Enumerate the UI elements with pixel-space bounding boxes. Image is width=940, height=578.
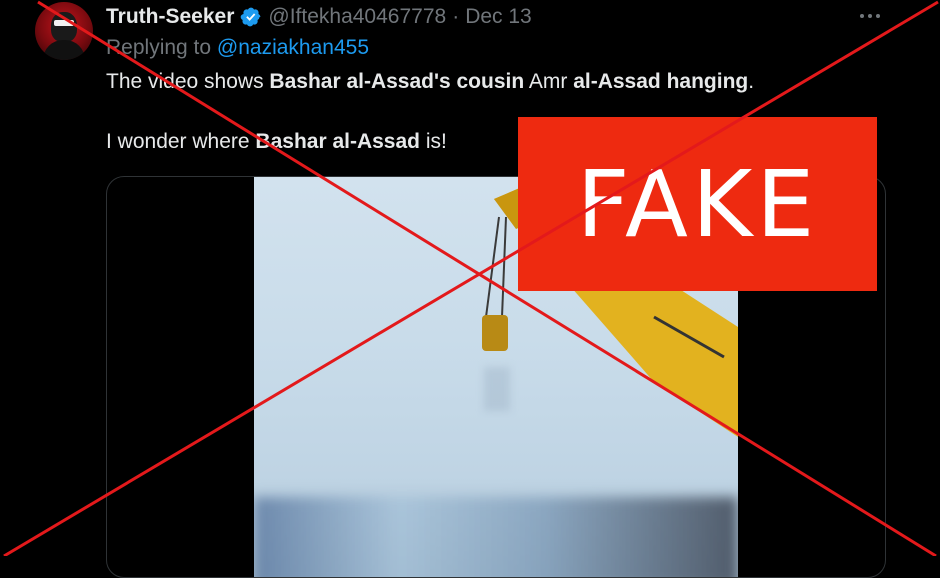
reply-mention-link[interactable]: @naziakhan455 <box>217 36 369 59</box>
crane-cable <box>501 216 507 318</box>
avatar-body <box>43 40 85 60</box>
text-fragment: . <box>748 70 755 93</box>
tweet-text-line-2: I wonder where Bashar al-Assad is! <box>106 130 447 154</box>
avatar[interactable] <box>35 2 93 60</box>
text-fragment: I wonder where <box>106 130 256 153</box>
blurred-crowd <box>254 497 738 577</box>
user-handle[interactable]: @Iftekha40467778 <box>268 5 446 29</box>
reply-prefix: Replying to <box>106 36 212 59</box>
avatar-face <box>51 12 77 42</box>
replying-to: Replying to @naziakhan455 <box>106 36 369 60</box>
fake-stamp-label: FAKE <box>576 150 819 258</box>
crane-cable <box>485 216 500 318</box>
verified-badge-icon <box>241 7 261 27</box>
text-fragment: is! <box>420 130 447 153</box>
more-dot <box>868 14 872 18</box>
separator-dot: · <box>452 5 460 28</box>
text-bold: al-Assad hanging <box>573 70 749 93</box>
more-horizontal-icon[interactable] <box>855 6 885 26</box>
avatar-eyes <box>54 20 74 26</box>
tweet-text-line-1: The video shows Bashar al-Assad's cousin… <box>106 70 754 94</box>
text-fragment: Amr <box>524 70 574 93</box>
more-dot <box>860 14 864 18</box>
tweet[interactable]: Truth-Seeker @Iftekha40467778 · Dec 13 R… <box>0 0 940 578</box>
tweet-date[interactable]: Dec 13 <box>465 5 532 29</box>
text-bold: Bashar al-Assad <box>255 130 420 153</box>
blurred-figure <box>484 367 510 411</box>
text-fragment: The video shows <box>106 70 270 93</box>
crane-hook <box>482 315 508 351</box>
text-bold: Bashar al-Assad's cousin <box>269 70 525 93</box>
fake-stamp: FAKE <box>518 117 877 291</box>
tweet-header: Truth-Seeker @Iftekha40467778 · Dec 13 <box>106 2 532 32</box>
display-name[interactable]: Truth-Seeker <box>106 5 234 29</box>
more-dot <box>876 14 880 18</box>
